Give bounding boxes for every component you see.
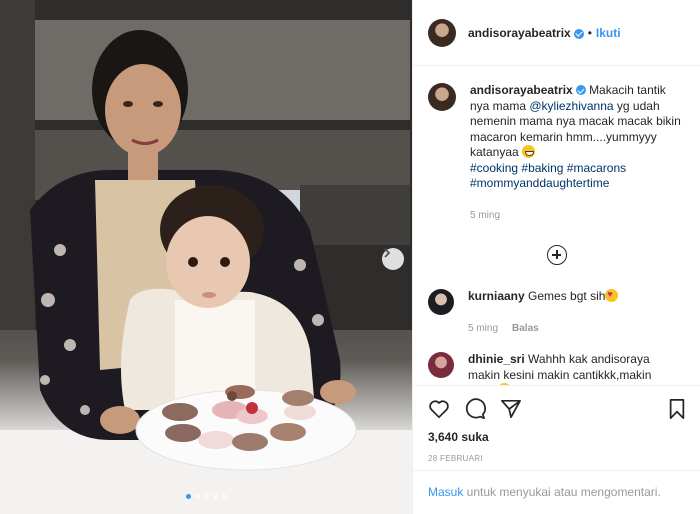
- reply-button[interactable]: Balas: [512, 321, 539, 337]
- author-avatar[interactable]: [428, 18, 456, 47]
- carousel-dot: [186, 494, 191, 499]
- grin-emoji-icon: [522, 145, 536, 158]
- carousel-dot: [213, 494, 218, 499]
- login-prompt-text: untuk menyukai atau mengomentari.: [463, 485, 661, 499]
- hashtag-link[interactable]: #macarons: [567, 161, 626, 175]
- comment-item: dhinie_sri Wahhh kak andisoraya makin ke…: [428, 352, 686, 385]
- comment-username[interactable]: dhinie_sri: [468, 352, 525, 366]
- photo-illustration: [0, 0, 412, 514]
- comments-list[interactable]: andisorayabeatrix Makacih tantik nya mam…: [413, 67, 700, 385]
- hashtag-link[interactable]: #mommyanddaughtertime: [470, 176, 609, 190]
- load-more-comments: [428, 245, 686, 265]
- comment-username[interactable]: kurniaany: [468, 289, 525, 303]
- heart-eyes-emoji-icon: [605, 287, 619, 303]
- header-separator: •: [587, 25, 592, 40]
- comment-text: Gemes bgt sih: [528, 289, 606, 303]
- plus-circle-icon[interactable]: [547, 245, 567, 265]
- post-side-panel: andisorayabeatrix • Ikuti andisorayabeat…: [412, 0, 700, 514]
- post-date: 28 FEBRUARI: [428, 454, 483, 463]
- carousel-indicator: [186, 494, 227, 499]
- post-actions: 3,640 suka 28 FEBRUARI: [413, 385, 700, 463]
- post-photo[interactable]: [0, 0, 412, 514]
- carousel-dot: [222, 494, 227, 499]
- chevron-right-icon: [384, 248, 391, 258]
- post-header: andisorayabeatrix • Ikuti: [413, 0, 700, 66]
- follow-button[interactable]: Ikuti: [596, 26, 621, 40]
- login-footer: Masuk untuk menyukai atau mengomentari.: [413, 470, 700, 514]
- carousel-dot: [204, 494, 209, 499]
- comment-meta: 5 ming Balas: [468, 321, 683, 337]
- caption-mention[interactable]: @kyliezhivanna: [529, 99, 613, 113]
- carousel-dot: [195, 494, 200, 499]
- caption: andisorayabeatrix Makacih tantik nya mam…: [428, 83, 686, 223]
- heart-icon[interactable]: [428, 399, 450, 419]
- share-icon[interactable]: [500, 399, 522, 419]
- author-username[interactable]: andisorayabeatrix: [468, 26, 571, 40]
- caption-username[interactable]: andisorayabeatrix: [470, 83, 573, 97]
- comment-icon[interactable]: [464, 398, 486, 420]
- hashtag-link[interactable]: #cooking: [470, 161, 518, 175]
- commenter-avatar[interactable]: [428, 352, 454, 378]
- hashtag-link[interactable]: #baking: [521, 161, 563, 175]
- caption-body: andisorayabeatrix Makacih tantik nya mam…: [470, 83, 685, 223]
- likes-count[interactable]: 3,640 suka: [428, 430, 686, 444]
- comment-item: kurniaany Gemes bgt sih 5 ming Balas: [428, 287, 686, 337]
- comment-time: 5 ming: [468, 322, 499, 334]
- commenter-avatar[interactable]: [428, 289, 454, 315]
- login-link[interactable]: Masuk: [428, 485, 463, 499]
- comment-body: dhinie_sri Wahhh kak andisoraya makin ke…: [468, 352, 683, 385]
- author-avatar[interactable]: [428, 83, 456, 111]
- next-slide-button[interactable]: [382, 248, 404, 270]
- caption-time: 5 ming: [470, 209, 501, 221]
- bookmark-icon[interactable]: [668, 399, 686, 419]
- action-icons: [428, 398, 686, 420]
- verified-badge-icon: [575, 85, 586, 95]
- comment-body: kurniaany Gemes bgt sih 5 ming Balas: [468, 287, 683, 337]
- caption-meta: 5 ming: [470, 208, 685, 224]
- verified-badge-icon: [573, 28, 584, 39]
